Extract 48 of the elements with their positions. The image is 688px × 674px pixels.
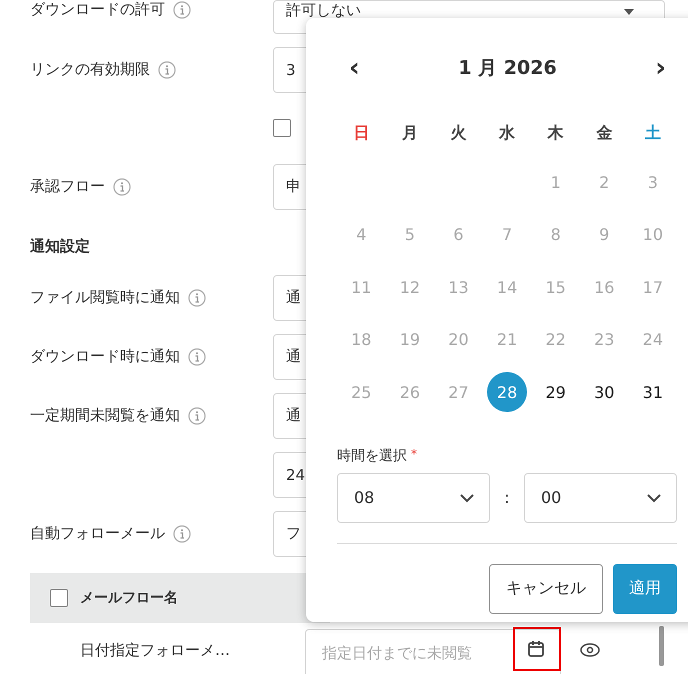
weekday-label: 木 <box>546 122 565 144</box>
weekday-label: 月 <box>400 122 419 144</box>
required-mark: * <box>411 446 417 462</box>
calendar-day[interactable]: 28 <box>487 372 528 412</box>
field-label: 一定期間未閲覧を通知 <box>30 406 180 425</box>
weekday-label: 土 <box>644 122 662 144</box>
previous-month-button[interactable]: ‹ <box>337 53 372 83</box>
info-icon[interactable] <box>188 288 206 306</box>
section-title: 通知設定 <box>30 236 90 256</box>
scrollbar <box>659 626 664 666</box>
apply-button[interactable]: 適用 <box>613 564 677 614</box>
info-icon[interactable] <box>158 60 176 78</box>
field-label: ファイル閲覧時に通知 <box>30 288 180 307</box>
cancel-button[interactable]: キャンセル <box>489 564 603 614</box>
checkbox[interactable] <box>273 119 291 137</box>
field-label: 自動フォローメール <box>30 524 165 543</box>
weekday-label: 水 <box>498 122 516 144</box>
calendar-day[interactable]: 31 <box>632 372 673 412</box>
next-month-button[interactable]: › <box>643 53 678 83</box>
field-label: ダウンロードの許可 <box>30 0 165 19</box>
field-label: リンクの有効期限 <box>30 60 150 79</box>
hour-select[interactable]: 08 <box>337 472 490 522</box>
highlight-box <box>513 627 561 671</box>
field-label: 承認フロー <box>30 177 105 196</box>
calendar-day[interactable]: 29 <box>536 372 576 412</box>
eye-icon[interactable] <box>580 643 600 657</box>
date-field[interactable]: 指定日付までに未閲覧 <box>305 629 561 674</box>
info-icon[interactable] <box>173 0 191 18</box>
info-icon[interactable] <box>173 524 191 542</box>
info-icon[interactable] <box>188 348 206 366</box>
month-title: 1 月 2026 <box>458 56 557 81</box>
table-cell-text: 日付指定フォローメ… <box>79 640 231 660</box>
calendar-icon[interactable] <box>527 640 545 658</box>
checkbox[interactable] <box>50 589 68 607</box>
info-icon[interactable] <box>113 178 131 196</box>
weekday-label: 金 <box>595 122 614 144</box>
time-separator: : <box>503 488 511 507</box>
caret-icon <box>624 9 634 15</box>
chevron-down-icon <box>459 492 475 502</box>
calendar-day[interactable]: 30 <box>584 372 624 412</box>
weekday-label: 火 <box>449 122 468 144</box>
field-label: ダウンロード時に通知 <box>30 347 180 366</box>
column-header: メールフロー名 <box>80 589 178 607</box>
chevron-down-icon <box>646 492 662 502</box>
minute-select[interactable]: 00 <box>524 472 677 522</box>
weekday-label: 日 <box>352 122 370 144</box>
time-label: 時間を選択 <box>337 446 407 464</box>
info-icon[interactable] <box>188 406 206 424</box>
